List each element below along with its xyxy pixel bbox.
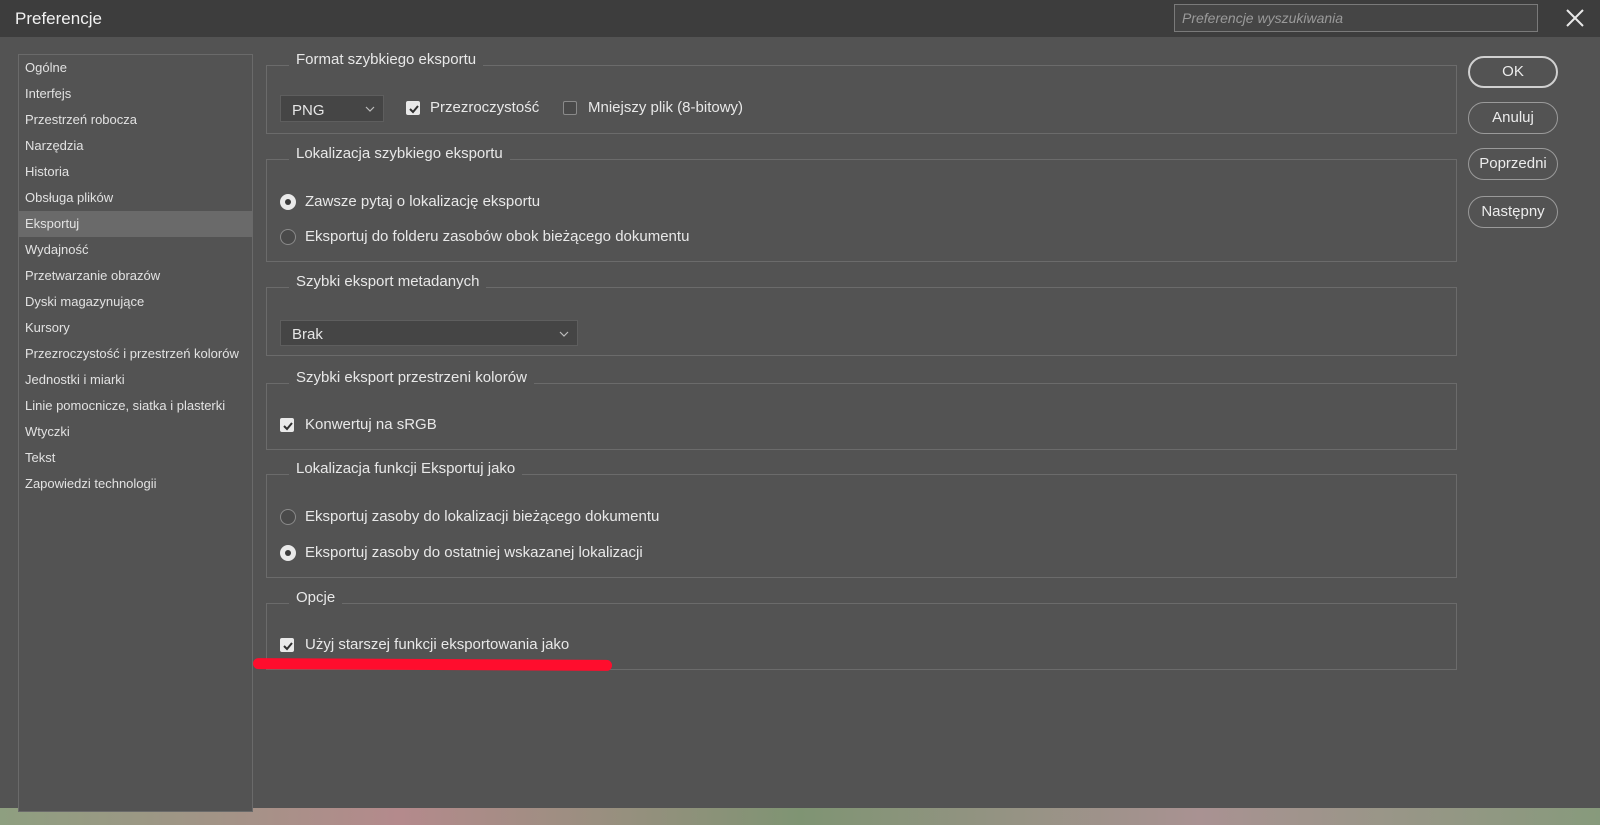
smaller-file-checkbox[interactable] xyxy=(563,101,577,115)
search-field[interactable] xyxy=(1174,4,1538,32)
sidebar-item-narzedzia[interactable]: Narzędzia xyxy=(19,133,252,159)
search-input[interactable] xyxy=(1175,5,1537,31)
metadata-select[interactable]: Brak xyxy=(280,320,578,346)
radio-current-document[interactable] xyxy=(280,509,296,525)
sidebar-item-przestrzen-robocza[interactable]: Przestrzeń robocza xyxy=(19,107,252,133)
sidebar-item-historia[interactable]: Historia xyxy=(19,159,252,185)
group-quick-export-metadata: Szybki eksport metadanych Brak xyxy=(266,273,1457,356)
preferences-dialog: Preferencje Ogólne Interfejs Przestrzeń … xyxy=(0,0,1600,812)
group-title: Opcje xyxy=(289,589,343,606)
window-title: Preferencje xyxy=(15,9,102,28)
ok-button[interactable]: OK xyxy=(1468,56,1558,88)
sidebar-item-przezroczystosc[interactable]: Przezroczystość i przestrzeń kolorów xyxy=(19,341,252,367)
sidebar-item-kursory[interactable]: Kursory xyxy=(19,315,252,341)
group-title: Szybki eksport metadanych xyxy=(289,273,487,290)
sidebar-item-zapowiedzi[interactable]: Zapowiedzi technologii xyxy=(19,471,252,497)
sidebar-item-tekst[interactable]: Tekst xyxy=(19,445,252,471)
format-value: PNG xyxy=(292,102,325,119)
legacy-export-label[interactable]: Użyj starszej funkcji eksportowania jako xyxy=(305,636,569,653)
category-sidebar: Ogólne Interfejs Przestrzeń robocza Narz… xyxy=(18,54,253,812)
radio-always-ask-label[interactable]: Zawsze pytaj o lokalizację eksportu xyxy=(305,193,540,210)
radio-last-location-label[interactable]: Eksportuj zasoby do ostatniej wskazanej … xyxy=(305,544,643,561)
group-title: Lokalizacja szybkiego eksportu xyxy=(289,145,510,162)
sidebar-item-wtyczki[interactable]: Wtyczki xyxy=(19,419,252,445)
group-quick-export-colorspace: Szybki eksport przestrzeni kolorów Konwe… xyxy=(266,369,1457,450)
group-quick-export-format: Format szybkiego eksportu PNG Przezroczy… xyxy=(266,51,1457,134)
transparency-label[interactable]: Przezroczystość xyxy=(430,99,539,116)
smaller-file-label[interactable]: Mniejszy plik (8-bitowy) xyxy=(588,99,743,116)
checkmark-icon xyxy=(409,105,419,114)
sidebar-item-interfejs[interactable]: Interfejs xyxy=(19,81,252,107)
transparency-checkbox[interactable] xyxy=(406,101,420,115)
sidebar-item-wydajnosc[interactable]: Wydajność xyxy=(19,237,252,263)
radio-assets-folder-label[interactable]: Eksportuj do folderu zasobów obok bieżąc… xyxy=(305,228,689,245)
close-icon xyxy=(1566,9,1584,27)
group-title: Lokalizacja funkcji Eksportuj jako xyxy=(289,460,523,477)
radio-always-ask[interactable] xyxy=(280,194,296,210)
group-title: Format szybkiego eksportu xyxy=(289,51,484,68)
convert-srgb-label[interactable]: Konwertuj na sRGB xyxy=(305,416,437,433)
metadata-value: Brak xyxy=(292,326,323,343)
format-select[interactable]: PNG xyxy=(280,95,384,122)
radio-current-document-label[interactable]: Eksportuj zasoby do lokalizacji bieżąceg… xyxy=(305,508,659,525)
chevron-down-icon xyxy=(559,331,569,337)
sidebar-item-eksportuj[interactable]: Eksportuj xyxy=(19,211,252,237)
group-export-as-location: Lokalizacja funkcji Eksportuj jako Ekspo… xyxy=(266,460,1457,578)
radio-last-location[interactable] xyxy=(280,545,296,561)
legacy-export-checkbox[interactable] xyxy=(280,638,294,652)
group-title: Szybki eksport przestrzeni kolorów xyxy=(289,369,534,386)
checkmark-icon xyxy=(283,422,293,431)
sidebar-item-przetwarzanie-obrazow[interactable]: Przetwarzanie obrazów xyxy=(19,263,252,289)
sidebar-item-jednostki[interactable]: Jednostki i miarki xyxy=(19,367,252,393)
sidebar-item-ogolne[interactable]: Ogólne xyxy=(19,55,252,81)
radio-assets-folder[interactable] xyxy=(280,229,296,245)
title-bar: Preferencje xyxy=(0,0,1600,37)
previous-button[interactable]: Poprzedni xyxy=(1468,148,1558,180)
close-button[interactable] xyxy=(1559,2,1591,34)
chevron-down-icon xyxy=(365,106,375,112)
sidebar-item-dyski-magazynujace[interactable]: Dyski magazynujące xyxy=(19,289,252,315)
sidebar-item-linie-pomocnicze[interactable]: Linie pomocnicze, siatka i plasterki xyxy=(19,393,252,419)
convert-srgb-checkbox[interactable] xyxy=(280,418,294,432)
sidebar-item-obsluga-plikow[interactable]: Obsługa plików xyxy=(19,185,252,211)
group-quick-export-location: Lokalizacja szybkiego eksportu Zawsze py… xyxy=(266,145,1457,262)
red-underline-annotation xyxy=(252,658,613,671)
checkmark-icon xyxy=(283,642,293,651)
cancel-button[interactable]: Anuluj xyxy=(1468,102,1558,134)
next-button[interactable]: Następny xyxy=(1468,196,1558,228)
